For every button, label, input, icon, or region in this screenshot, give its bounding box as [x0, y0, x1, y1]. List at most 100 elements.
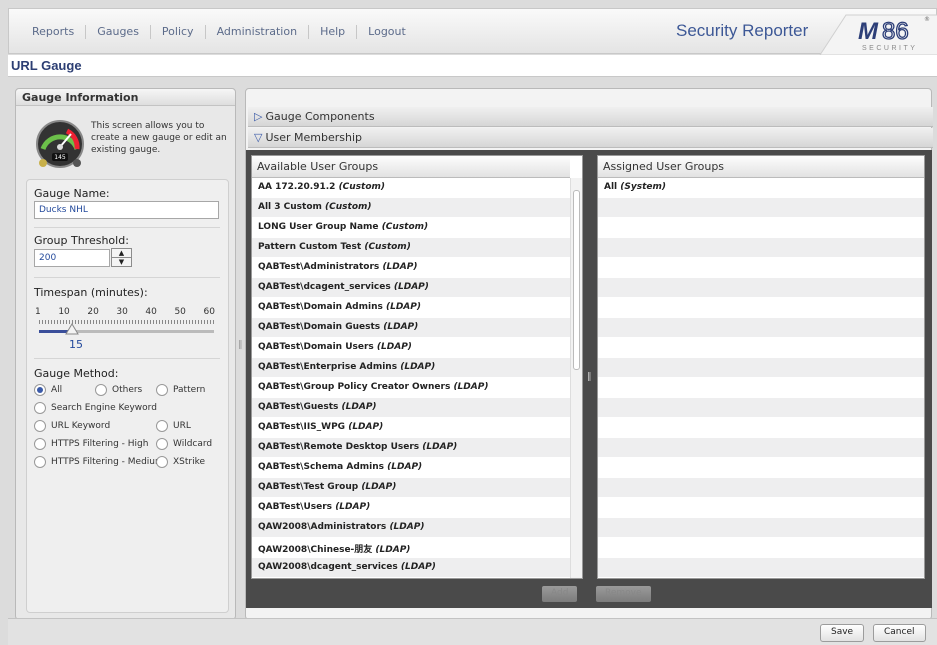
group-name: AA 172.20.91.2 — [258, 182, 336, 192]
radio-icon[interactable] — [156, 456, 168, 468]
radio-icon[interactable] — [34, 420, 46, 432]
list-item — [598, 458, 924, 478]
slider-thumb-icon[interactable] — [65, 323, 79, 335]
list-item[interactable]: QABTest\Domain Admins (LDAP) — [252, 298, 582, 318]
nav-reports[interactable]: Reports — [21, 25, 87, 39]
nav-administration[interactable]: Administration — [206, 25, 310, 39]
radio-others[interactable]: Others — [95, 384, 142, 396]
radio-url-keyword[interactable]: URL Keyword — [34, 420, 110, 432]
list-item — [598, 558, 924, 578]
radio-https-high[interactable]: HTTPS Filtering - High — [34, 438, 148, 450]
list-item[interactable]: QABTest\Domain Users (LDAP) — [252, 338, 582, 358]
radio-wildcard[interactable]: Wildcard — [156, 438, 212, 450]
radio-label: URL Keyword — [51, 421, 111, 431]
assigned-user-groups-list[interactable]: Assigned User Groups All (System) — [597, 155, 925, 579]
list-item — [598, 398, 924, 418]
stepper-down-icon[interactable]: ▼ — [112, 258, 131, 267]
list-item — [598, 318, 924, 338]
list-item[interactable]: Pattern Custom Test (Custom) — [252, 238, 582, 258]
radio-pattern[interactable]: Pattern — [156, 384, 205, 396]
cancel-button[interactable]: Cancel — [873, 624, 926, 642]
list-item[interactable]: QAW2008\Chinese-朋友 (LDAP) — [252, 538, 582, 558]
nav-policy[interactable]: Policy — [151, 25, 206, 39]
tick-label: 50 — [174, 307, 186, 317]
list-item[interactable]: QABTest\dcagent_services (LDAP) — [252, 278, 582, 298]
list-splitter-handle[interactable]: ‖ — [587, 372, 592, 382]
radio-xstrike[interactable]: XStrike — [156, 456, 205, 468]
radio-all[interactable]: All — [34, 384, 62, 396]
list-item[interactable]: QABTest\Guests (LDAP) — [252, 398, 582, 418]
radio-icon[interactable] — [34, 456, 46, 468]
radio-search-engine-keyword[interactable]: Search Engine Keyword — [34, 402, 157, 414]
nav-help[interactable]: Help — [309, 25, 358, 39]
list-item — [598, 518, 924, 538]
group-name: QABTest\Group Policy Creator Owners — [258, 382, 451, 392]
radio-label: All — [51, 385, 63, 395]
threshold-stepper[interactable]: ▲ ▼ — [111, 248, 132, 267]
list-item — [598, 378, 924, 398]
list-item[interactable]: QABTest\Group Policy Creator Owners (LDA… — [252, 378, 582, 398]
list-item[interactable]: AA 172.20.91.2 (Custom) — [252, 178, 582, 198]
save-button[interactable]: Save — [820, 624, 865, 642]
radio-selected-icon[interactable] — [34, 384, 46, 396]
panel-splitter-handle[interactable]: ‖ — [238, 340, 243, 350]
radio-url[interactable]: URL — [156, 420, 191, 432]
group-type: (LDAP) — [400, 562, 436, 572]
list-item[interactable]: QABTest\Domain Guests (LDAP) — [252, 318, 582, 338]
radio-label: Search Engine Keyword — [51, 403, 157, 413]
gauge-name-label: Gauge Name: — [34, 187, 110, 200]
remove-button[interactable]: Remove — [596, 586, 651, 602]
app-title: Security Reporter — [676, 21, 809, 40]
nav-logout[interactable]: Logout — [357, 25, 417, 39]
list-item — [598, 198, 924, 218]
list-item[interactable]: QABTest\Enterprise Admins (LDAP) — [252, 358, 582, 378]
list-item[interactable]: QAW2008\dcagent_services (LDAP) — [252, 558, 582, 578]
group-type: (LDAP) — [335, 502, 371, 512]
list-item[interactable]: LONG User Group Name (Custom) — [252, 218, 582, 238]
group-type: (LDAP) — [375, 545, 411, 555]
group-name: QAW2008\dcagent_services — [258, 562, 398, 572]
list-item — [598, 538, 924, 558]
available-scrollbar[interactable] — [570, 178, 582, 578]
timespan-value: 15 — [69, 338, 83, 351]
group-type: (LDAP) — [348, 422, 384, 432]
tick-label: 40 — [145, 307, 157, 317]
list-item — [598, 498, 924, 518]
m86-logo: M 86 SECURITY ® — [806, 9, 937, 56]
radio-https-medium[interactable]: HTTPS Filtering - Medium — [34, 456, 164, 468]
list-item[interactable]: All 3 Custom (Custom) — [252, 198, 582, 218]
stepper-up-icon[interactable]: ▲ — [112, 249, 131, 258]
radio-icon[interactable] — [95, 384, 107, 396]
add-button[interactable]: Add — [542, 586, 578, 602]
timespan-label: Timespan (minutes): — [34, 286, 148, 299]
list-item[interactable]: QABTest\Test Group (LDAP) — [252, 478, 582, 498]
scrollbar-thumb[interactable] — [573, 190, 580, 370]
top-navigation-bar: Reports Gauges Policy Administration Hel… — [8, 8, 937, 56]
group-name: QABTest\Remote Desktop Users — [258, 442, 420, 452]
user-membership-header[interactable]: ▽ User Membership — [248, 128, 933, 148]
divider — [34, 227, 220, 228]
radio-label: Wildcard — [173, 439, 213, 449]
list-item[interactable]: QABTest\Users (LDAP) — [252, 498, 582, 518]
radio-icon[interactable] — [34, 438, 46, 450]
group-type: (LDAP) — [387, 462, 423, 472]
list-item[interactable]: QABTest\IIS_WPG (LDAP) — [252, 418, 582, 438]
group-name: QABTest\Guests — [258, 402, 339, 412]
list-item[interactable]: QABTest\Remote Desktop Users (LDAP) — [252, 438, 582, 458]
available-user-groups-list[interactable]: Available User Groups AA 172.20.91.2 (Cu… — [251, 155, 583, 579]
gauge-form: Gauge Name: Ducks NHL Group Threshold: 2… — [26, 179, 229, 613]
list-item[interactable]: QAW2008\Administrators (LDAP) — [252, 518, 582, 538]
radio-icon[interactable] — [34, 402, 46, 414]
radio-icon[interactable] — [156, 384, 168, 396]
tick-label: 10 — [58, 307, 70, 317]
list-item[interactable]: QABTest\Schema Admins (LDAP) — [252, 458, 582, 478]
radio-icon[interactable] — [156, 438, 168, 450]
list-item[interactable]: All (System) — [598, 178, 924, 198]
nav-gauges[interactable]: Gauges — [86, 25, 151, 39]
group-threshold-input[interactable]: 200 — [34, 249, 110, 267]
radio-icon[interactable] — [156, 420, 168, 432]
list-item — [598, 218, 924, 238]
list-item[interactable]: QABTest\Administrators (LDAP) — [252, 258, 582, 278]
gauge-components-header[interactable]: ▷ Gauge Components — [248, 107, 933, 127]
gauge-name-input[interactable]: Ducks NHL — [34, 201, 219, 219]
